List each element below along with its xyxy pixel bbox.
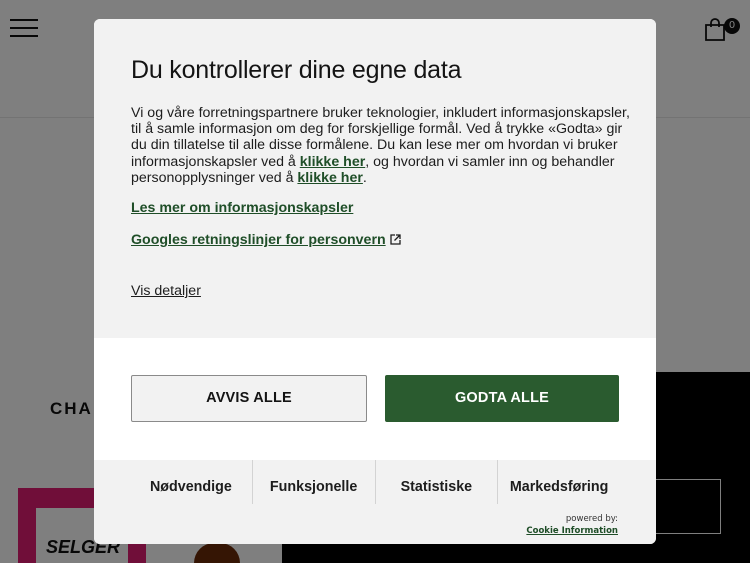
powered-by: powered by: Cookie Information	[526, 514, 618, 536]
body-text-part-3: .	[362, 169, 367, 186]
tab-marketing[interactable]: Markedsføring	[497, 460, 620, 504]
consent-category-tabs: Nødvendige Funksjonelle Statistiske Mark…	[130, 460, 620, 504]
dialog-title: Du kontrollerer dine egne data	[131, 56, 462, 84]
dialog-body-text: Vi og våre forretningspartnere bruker te…	[131, 105, 631, 186]
google-privacy-link-wrapper[interactable]: Googles retningslinjer for personvern	[131, 232, 401, 248]
consent-categories-panel: Nødvendige Funksjonelle Statistiske Mark…	[94, 460, 656, 544]
external-link-icon	[389, 234, 401, 245]
privacy-policy-link[interactable]: klikke her	[297, 170, 362, 186]
tab-functional[interactable]: Funksjonelle	[251, 460, 375, 504]
cookie-information-link[interactable]: Cookie Information	[526, 526, 618, 536]
powered-by-label: powered by:	[565, 514, 618, 524]
tab-statistics[interactable]: Statistiske	[374, 460, 498, 504]
accept-all-button[interactable]: GODTA ALLE	[385, 375, 619, 422]
read-more-cookies-link[interactable]: Les mer om informasjonskapsler	[131, 200, 353, 216]
cookie-consent-dialog: Du kontrollerer dine egne data Vi og vår…	[94, 19, 656, 544]
show-details-link[interactable]: Vis detaljer	[131, 283, 201, 299]
tab-necessary[interactable]: Nødvendige	[130, 460, 252, 504]
google-privacy-link[interactable]: Googles retningslinjer for personvern	[131, 232, 386, 248]
cookie-usage-link[interactable]: klikke her	[300, 154, 365, 170]
reject-all-button[interactable]: AVVIS ALLE	[131, 375, 367, 422]
